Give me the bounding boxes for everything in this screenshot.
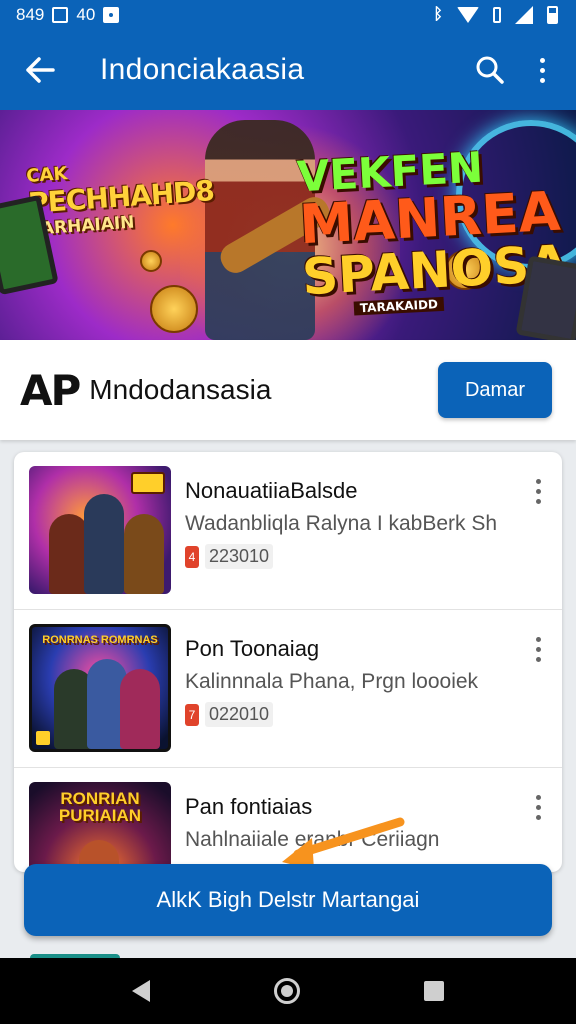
status-time: 849 — [16, 5, 45, 24]
search-button[interactable] — [464, 40, 516, 100]
item-title: NonauatiiaBalsde — [185, 478, 358, 503]
app-notification-icon — [103, 7, 120, 23]
app-logo: AP — [20, 365, 81, 415]
page-title: Indonciakaasia — [100, 53, 305, 86]
content-list: NonauatiiaBalsde Wadanbliqla Ralyna I ka… — [14, 452, 562, 872]
system-nav-bar — [0, 958, 576, 1024]
thumb-badge — [131, 472, 165, 494]
thumb-figure — [120, 669, 160, 749]
nav-home-icon[interactable] — [274, 978, 300, 1004]
arrow-left-icon — [26, 57, 55, 83]
nav-recents-icon[interactable] — [424, 981, 444, 1001]
status-left: 849 40 — [16, 5, 120, 25]
item-meta: 7 022010 — [185, 702, 274, 727]
thumb-figure — [49, 514, 89, 594]
item-subtitle: Kalinnnala Phana, Prgn loooiek — [185, 670, 479, 693]
thumb-figure — [84, 494, 124, 594]
more-vert-icon — [535, 478, 541, 504]
more-vert-icon — [535, 794, 541, 820]
coin-icon — [140, 250, 162, 272]
banner-right-tag: TARAKAIDD — [353, 296, 445, 316]
app-header: AP Mndodansasia Damar — [0, 340, 576, 440]
more-options-button[interactable] — [516, 40, 568, 100]
item-thumbnail: RONRIAN PURIAIAN — [29, 782, 171, 872]
app-bar: Indonciakaasia — [0, 30, 576, 110]
battery-icon — [547, 6, 558, 24]
header-action-button[interactable]: Damar — [438, 362, 552, 418]
promo-banner[interactable]: CAK PECHHAHD8 PARHAIAIN VEKFEN MANREA SP… — [0, 110, 576, 340]
wifi-icon — [457, 7, 479, 23]
banner-right-line3: SPANOSA — [300, 234, 570, 307]
thumb-figure — [124, 514, 164, 594]
vibrate-icon — [493, 7, 501, 23]
status-right: ᛒ — [433, 6, 558, 24]
primary-action-button[interactable]: AlkK Bigh Delstr Martangai — [24, 864, 552, 936]
app-name: Mndodansasia — [89, 374, 272, 405]
item-meta-text: 022010 — [205, 702, 274, 727]
search-icon — [476, 56, 504, 84]
nav-back-icon[interactable] — [132, 980, 150, 1002]
item-meta: 4 223010 — [185, 544, 274, 569]
bluetooth-icon: ᛒ — [433, 6, 443, 23]
thumb-title: RONRNAS ROMRNAS — [42, 634, 158, 646]
back-button[interactable] — [10, 40, 70, 100]
coin-icon — [150, 285, 198, 333]
item-subtitle: Wadanbliqla Ralyna I kabBerk Sh — [185, 512, 498, 535]
thumb-title: RONRIAN PURIAIAN — [58, 789, 142, 825]
item-thumbnail: RONRNAS ROMRNAS — [29, 624, 171, 752]
item-meta-text: 223010 — [205, 544, 274, 569]
item-thumbnail — [29, 466, 171, 594]
item-more-button[interactable] — [526, 634, 550, 664]
tag-icon: 7 — [185, 703, 199, 726]
item-more-button[interactable] — [526, 792, 550, 822]
item-more-button[interactable] — [526, 476, 550, 506]
more-vert-icon — [539, 57, 545, 83]
tag-icon: 4 — [185, 545, 199, 568]
list-item[interactable]: RONRNAS ROMRNAS Pon Toonaiag Kalinnnala … — [14, 610, 562, 768]
status-extra: 40 — [76, 5, 96, 24]
signal-icon — [515, 6, 533, 24]
item-title: Pon Toonaiag — [185, 636, 320, 661]
status-bar: 849 40 ᛒ — [0, 0, 576, 30]
notification-icon — [52, 7, 69, 23]
banner-right-text: VEKFEN MANREA SPANOSA TARAKAIDD — [296, 143, 570, 318]
thumb-corner-badge — [36, 731, 50, 745]
more-vert-icon — [535, 636, 541, 662]
list-item[interactable]: NonauatiiaBalsde Wadanbliqla Ralyna I ka… — [14, 452, 562, 610]
banner-left-text: CAK PECHHAHD8 PARHAIAIN — [26, 154, 215, 240]
